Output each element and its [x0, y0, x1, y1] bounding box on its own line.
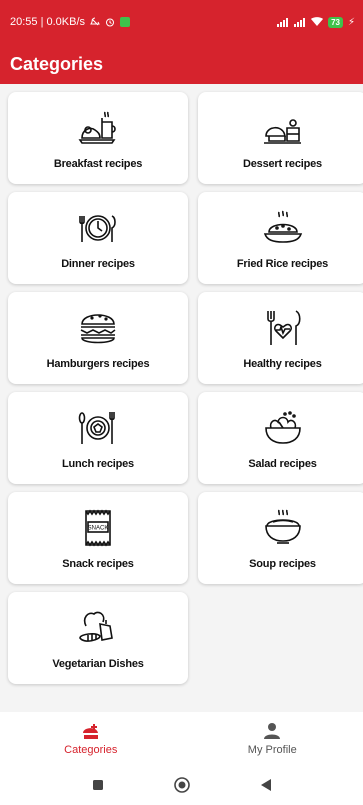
category-label: Dessert recipes [243, 158, 322, 170]
healthy-icon [263, 308, 303, 348]
wifi-icon [311, 17, 324, 26]
system-nav-bar [0, 764, 363, 805]
hamburger-icon [78, 308, 118, 348]
salad-icon [263, 408, 303, 448]
category-grid: Breakfast recipes Dessert recipes Dinner… [8, 92, 363, 684]
lunch-plate-icon [78, 408, 118, 448]
category-card-dinner[interactable]: Dinner recipes [8, 192, 188, 284]
signal-icon [277, 17, 289, 27]
category-card-salad[interactable]: Salad recipes [198, 392, 363, 484]
signal-icon [294, 17, 306, 27]
category-card-snack[interactable]: SNACK Snack recipes [8, 492, 188, 584]
profile-icon [264, 722, 281, 739]
category-label: Salad recipes [248, 458, 317, 470]
category-label: Healthy recipes [243, 358, 322, 370]
category-card-dessert[interactable]: Dessert recipes [198, 92, 363, 184]
category-label: Fried Rice recipes [236, 258, 329, 270]
category-label: Dinner recipes [61, 258, 135, 270]
dessert-icon [263, 108, 303, 148]
soup-bowl-icon [263, 508, 303, 548]
home-icon[interactable] [173, 776, 190, 793]
category-label: Lunch recipes [62, 458, 134, 470]
fried-rice-icon [263, 208, 303, 248]
charging-icon: ⚡ [347, 16, 355, 28]
nav-categories[interactable]: Categories [31, 721, 151, 756]
back-icon[interactable] [260, 778, 272, 792]
nav-label: Categories [64, 743, 118, 756]
dinner-clock-icon [78, 208, 118, 248]
snack-bag-icon: SNACK [78, 508, 118, 548]
category-label: Breakfast recipes [53, 158, 143, 170]
nav-label: My Profile [247, 743, 297, 756]
screen: 20:55 | 0.0KB/s 73 ⚡ Categories Breakfas… [0, 0, 363, 805]
battery-icon: 73 [328, 16, 343, 28]
bottom-nav: Categories My Profile [0, 712, 363, 764]
category-card-breakfast[interactable]: Breakfast recipes [8, 92, 188, 184]
category-card-hamburgers[interactable]: Hamburgers recipes [8, 292, 188, 384]
recent-apps-icon[interactable] [92, 779, 104, 791]
category-card-fried-rice[interactable]: Fried Rice recipes [198, 192, 363, 284]
category-label: Vegetarian Dishes [52, 658, 144, 670]
breakfast-icon [78, 108, 118, 148]
alarm-off-icon [90, 17, 100, 26]
category-card-lunch[interactable]: Lunch recipes [8, 392, 188, 484]
app-notification-icon [120, 17, 131, 27]
page-title: Categories [10, 53, 104, 74]
category-label: Hamburgers recipes [46, 358, 150, 370]
status-bar: 20:55 | 0.0KB/s 73 ⚡ [0, 0, 363, 44]
category-card-healthy[interactable]: Healthy recipes [198, 292, 363, 384]
alarm-icon [106, 18, 115, 27]
category-card-soup[interactable]: Soup recipes [198, 492, 363, 584]
app-bar: Categories [0, 44, 363, 84]
snack-icon-text: SNACK [88, 526, 109, 532]
vegetables-icon [78, 608, 118, 648]
status-time: 20:55 | 0.0KB/s [10, 16, 86, 28]
category-label: Soup recipes [249, 558, 316, 570]
category-card-vegetarian[interactable]: Vegetarian Dishes [8, 592, 188, 684]
category-label: Snack recipes [62, 558, 134, 570]
categories-icon [82, 723, 98, 739]
nav-my-profile[interactable]: My Profile [212, 721, 332, 756]
